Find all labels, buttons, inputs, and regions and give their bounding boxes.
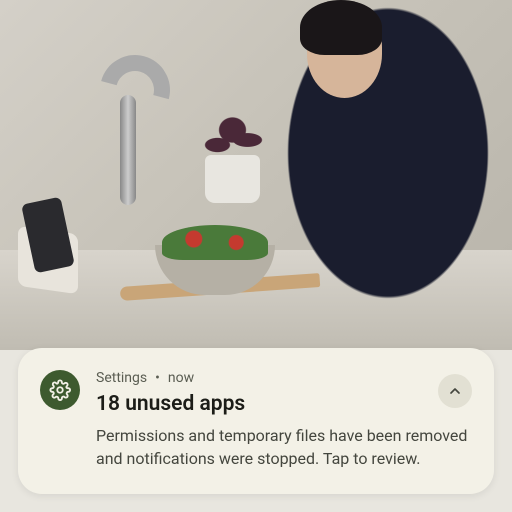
photo-salad (162, 225, 268, 260)
collapse-button[interactable] (438, 374, 472, 408)
notification-card[interactable]: Settings • now 18 unused apps Permission… (18, 348, 494, 494)
notification-app-icon-wrap (40, 370, 80, 410)
notification-timestamp: now (168, 370, 194, 386)
photo-person-hair (300, 0, 382, 55)
notification-app-name: Settings (96, 370, 147, 386)
meta-separator: • (155, 370, 160, 386)
notification-body: Permissions and temporary files have bee… (96, 424, 472, 470)
notification-meta: Settings • now (96, 370, 472, 386)
background-photo (0, 0, 512, 350)
chevron-up-icon (447, 383, 463, 399)
gear-icon (49, 379, 71, 401)
photo-faucet (120, 95, 136, 205)
notification-title: 18 unused apps (96, 392, 472, 416)
